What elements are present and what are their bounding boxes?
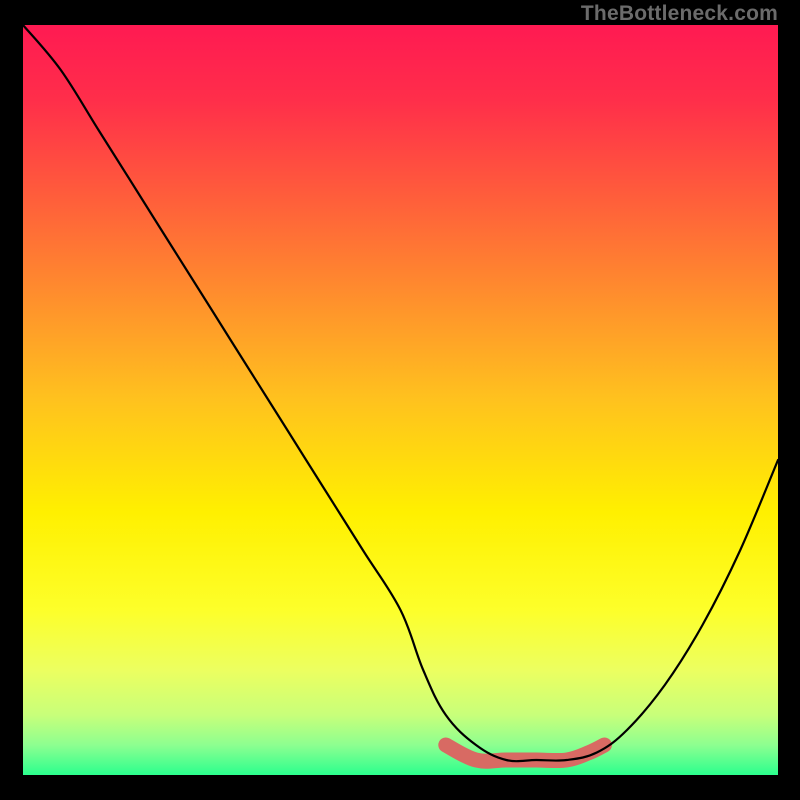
background-gradient — [23, 25, 778, 775]
chart-frame: TheBottleneck.com — [0, 0, 800, 800]
watermark-text: TheBottleneck.com — [581, 2, 778, 26]
plot-area — [23, 25, 778, 775]
